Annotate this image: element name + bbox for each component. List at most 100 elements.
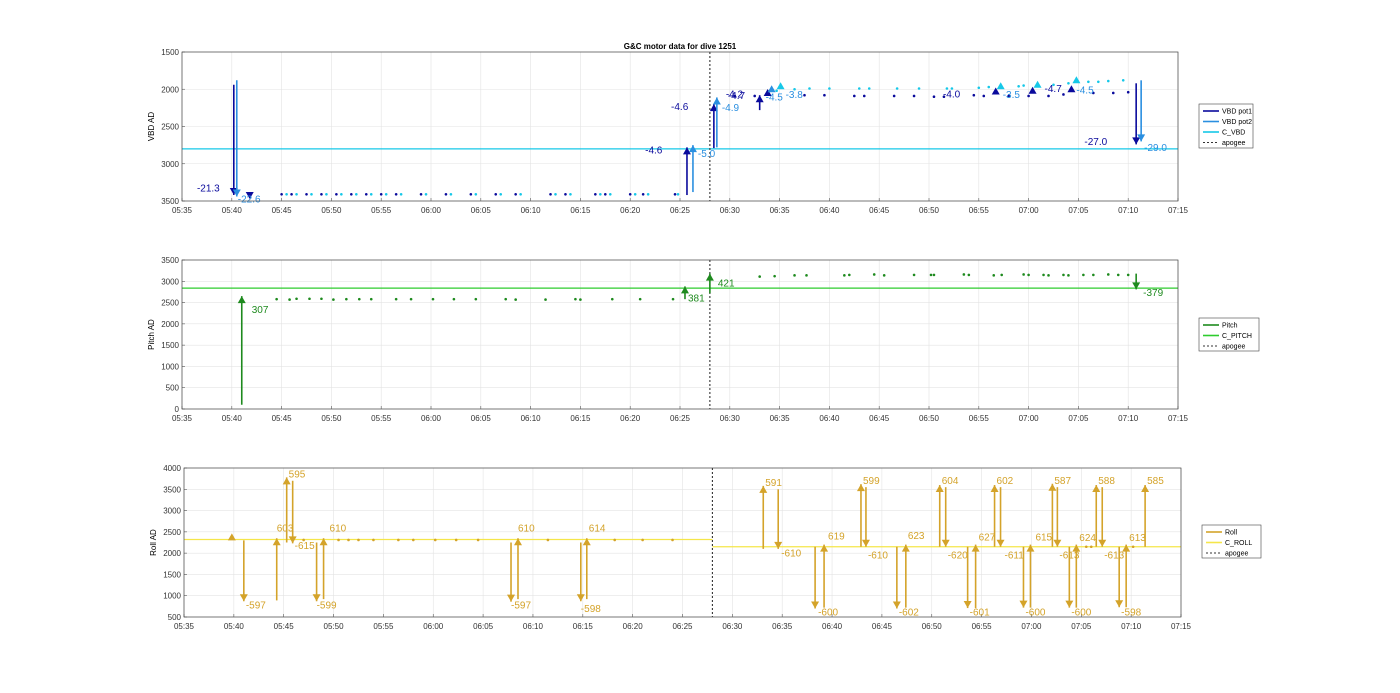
arrow-value-label: 619 <box>828 532 845 543</box>
data-point <box>1047 274 1050 277</box>
arrow-value-label: -21.3 <box>197 183 220 194</box>
arrow-value-label: -27.0 <box>1084 137 1107 148</box>
value-label: -4.0 <box>943 89 961 100</box>
data-point <box>1084 545 1088 549</box>
x-tick-label: 06:25 <box>670 414 691 423</box>
data-point <box>1097 80 1100 84</box>
data-point <box>793 274 796 277</box>
data-point <box>992 274 996 277</box>
data-point <box>476 538 480 542</box>
x-tick-label: 06:10 <box>521 206 542 215</box>
x-tick-label: 05:45 <box>272 206 293 215</box>
data-point <box>848 273 851 277</box>
data-point <box>305 192 308 196</box>
data-point <box>1089 545 1093 549</box>
data-point <box>394 297 398 301</box>
arrow-value-label: 421 <box>718 278 735 289</box>
data-point <box>347 538 350 542</box>
arrow-value-label: 627 <box>979 532 996 543</box>
y-tick-label: 3000 <box>161 160 179 169</box>
x-tick-label: 05:45 <box>274 622 295 631</box>
x-tick-label: 07:05 <box>1071 622 1092 631</box>
arrow-value-label: 603 <box>277 523 294 534</box>
x-tick-label: 06:40 <box>819 414 840 423</box>
arrow-value-label: -379 <box>1143 288 1163 299</box>
arrow-value-label: -5.0 <box>698 149 716 160</box>
data-point <box>1017 84 1020 88</box>
data-point <box>594 192 597 196</box>
data-point <box>932 273 936 277</box>
legend-entry: VBD pot2 <box>1222 119 1252 126</box>
legend-entry: C_VBD <box>1222 130 1245 137</box>
legend-entry: C_ROLL <box>1225 540 1252 547</box>
arrow-value-label: -22.6 <box>238 194 261 205</box>
data-point <box>641 192 645 196</box>
x-tick-label: 07:05 <box>1068 414 1089 423</box>
data-point <box>1106 79 1110 83</box>
x-tick-label: 06:00 <box>421 414 442 423</box>
x-tick-label: 07:10 <box>1118 414 1139 423</box>
data-point <box>419 192 423 196</box>
arrow-value-label: 587 <box>1054 476 1071 487</box>
y-tick-label: 3500 <box>163 485 181 494</box>
y-tick-label: 2000 <box>161 320 179 329</box>
y-tick-label: 500 <box>166 384 180 393</box>
x-tick-label: 07:10 <box>1118 206 1139 215</box>
x-tick-label: 05:55 <box>373 622 394 631</box>
data-point <box>917 87 921 90</box>
data-point <box>504 297 508 301</box>
y-tick-label: 1000 <box>161 362 179 371</box>
arrow-value-label: -29.0 <box>1144 143 1167 154</box>
data-point <box>332 298 335 301</box>
legend: Pitch C_PITCHapogee <box>1198 317 1260 352</box>
y-tick-label: 1500 <box>163 570 181 579</box>
data-point <box>494 192 498 196</box>
data-point <box>372 538 375 542</box>
arrow-value-label: 610 <box>518 523 535 534</box>
data-point <box>394 192 398 196</box>
data-point <box>646 192 650 196</box>
data-point <box>828 87 831 90</box>
data-point <box>1022 273 1025 276</box>
data-point <box>967 273 971 277</box>
x-tick-label: 06:30 <box>722 622 743 631</box>
x-tick-label: 06:55 <box>969 414 990 423</box>
y-tick-label: 2500 <box>163 528 181 537</box>
x-tick-label: 06:25 <box>670 206 691 215</box>
y-tick-label: 1500 <box>161 341 179 350</box>
data-point <box>1092 273 1095 277</box>
y-tick-label: 3000 <box>163 507 181 516</box>
arrow-value-label: -620 <box>948 550 968 561</box>
data-point <box>514 298 517 301</box>
arrow-value-label: -4.9 <box>722 103 740 114</box>
legend-entry: C_PITCH <box>1222 333 1252 340</box>
legend: Roll C_ROLLapogee <box>1201 524 1262 559</box>
data-point <box>932 95 936 98</box>
data-point <box>345 297 348 301</box>
data-point <box>433 538 437 542</box>
data-point <box>308 297 311 301</box>
x-tick-label: 06:50 <box>919 414 940 423</box>
x-tick-label: 05:35 <box>174 622 195 631</box>
x-tick-label: 06:05 <box>471 414 492 423</box>
y-tick-label: 2500 <box>161 123 179 132</box>
data-point <box>409 297 413 301</box>
data-point <box>862 94 866 98</box>
data-point <box>633 192 637 196</box>
legend-entry: apogee <box>1222 344 1245 351</box>
arrow-value-label: 604 <box>942 476 959 487</box>
x-tick-label: 07:15 <box>1168 414 1189 423</box>
data-point <box>474 297 478 301</box>
arrow-value-label: 591 <box>765 478 782 489</box>
data-point <box>987 85 991 89</box>
y-tick-label: 0 <box>175 405 180 414</box>
legend-entry: Roll <box>1225 530 1238 537</box>
arrow-value-label: 588 <box>1098 476 1115 487</box>
data-point <box>671 538 674 542</box>
arrow-value-label: 614 <box>589 523 606 534</box>
data-point <box>397 538 400 542</box>
data-point <box>295 297 298 301</box>
value-label: -4.7 <box>1045 84 1063 95</box>
data-point <box>1131 545 1135 549</box>
arrow-value-label: 613 <box>1129 533 1146 544</box>
